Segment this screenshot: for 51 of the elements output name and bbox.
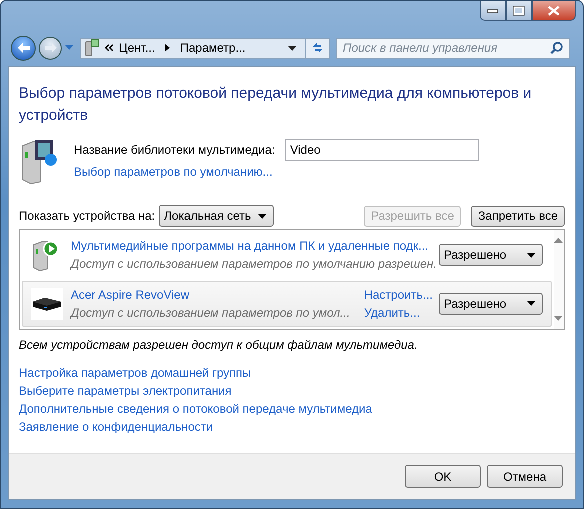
back-arrow-icon <box>16 42 30 54</box>
breadcrumb[interactable]: Цент... <box>119 41 156 55</box>
search-icon <box>550 41 564 55</box>
close-icon <box>547 6 561 16</box>
dropdown-arrow-icon[interactable] <box>288 46 297 50</box>
scroll-down-icon[interactable] <box>554 316 564 321</box>
dialog-button[interactable]: OK <box>405 465 481 488</box>
device-row[interactable]: Мультимедийные программы на данном ПК и удаленные подк... Доступ с использованием параметров по умолчанию разрешен. Разрешено <box>22 232 552 278</box>
close-button[interactable] <box>532 1 576 21</box>
device-description: Доступ с использованием параметров по умолчанию разрешен. <box>71 257 437 272</box>
address-bar[interactable]: Цент... Параметр... <box>80 38 330 58</box>
breadcrumb[interactable]: Параметр... <box>180 41 246 55</box>
media-player-icon <box>31 288 63 320</box>
caret-icon <box>526 252 536 258</box>
forward-arrow-icon <box>44 42 58 54</box>
device-action-link[interactable]: Удалить... <box>364 306 433 320</box>
task-link[interactable]: Дополнительные сведения о потоковой передаче мультимедиа <box>19 402 565 416</box>
status-text: Всем устройствам разрешен доступ к общим файлам мультимедиа. <box>19 338 419 352</box>
caret-icon <box>258 214 268 218</box>
chevron-icon[interactable] <box>165 44 170 52</box>
scrollbar[interactable] <box>554 230 564 329</box>
device-action-link[interactable]: Настроить... <box>364 288 433 302</box>
device-name-link[interactable]: Acer Aspire RevoView <box>71 288 358 302</box>
task-link[interactable]: Заявление о конфиденциальности <box>19 420 565 434</box>
action-button[interactable]: Запретить все <box>471 206 565 226</box>
task-link[interactable]: Выберите параметры электропитания <box>19 384 565 398</box>
forward-button[interactable] <box>39 36 62 60</box>
refresh-icon <box>310 41 324 55</box>
library-name-label: Название библиотеки мультимедиа: <box>74 143 276 157</box>
show-devices-label: Показать устройства на: <box>19 209 156 223</box>
task-link[interactable]: Настройка параметров домашней группы <box>19 366 565 380</box>
minimize-icon <box>487 8 499 14</box>
dialog-button[interactable]: Отмена <box>487 465 563 488</box>
refresh-button[interactable] <box>305 38 329 58</box>
page-heading: Выбор параметров потоковой передачи мультимедиа для компьютеров и устройств <box>19 84 533 126</box>
scroll-up-icon[interactable] <box>554 238 564 243</box>
default-settings-link[interactable]: Выбор параметров по умолчанию... <box>74 165 480 179</box>
double-chevron-icon <box>105 44 114 52</box>
maximize-button[interactable] <box>506 1 532 21</box>
minimize-button[interactable] <box>480 1 506 21</box>
back-button[interactable] <box>11 36 36 60</box>
device-name-link[interactable]: Мультимедийные программы на данном ПК и удаленные подк... <box>71 239 437 254</box>
access-dropdown[interactable]: Разрешено <box>438 292 543 315</box>
library-name-field[interactable]: Video <box>285 139 480 161</box>
caret-icon <box>526 301 536 306</box>
device-description: Доступ с использованием параметров по умол... <box>71 306 352 320</box>
access-dropdown[interactable]: Разрешено <box>438 244 543 266</box>
network-dropdown[interactable]: Локальная сеть <box>159 205 274 227</box>
media-tower-icon <box>84 39 100 57</box>
search-field[interactable]: Поиск в панели управления <box>336 38 570 58</box>
maximize-icon <box>513 6 525 16</box>
